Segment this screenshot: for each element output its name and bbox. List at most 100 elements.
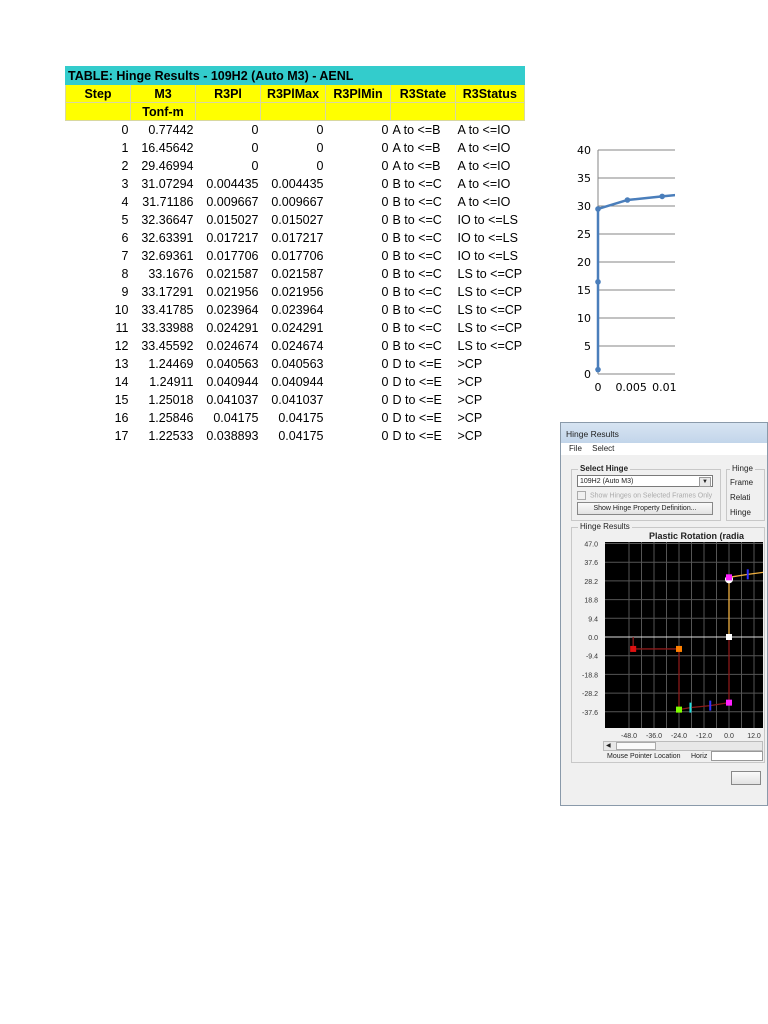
data-point: [738, 185, 744, 191]
y-tick-label: 40: [577, 144, 591, 157]
scroll-left-icon[interactable]: ◀: [606, 742, 611, 749]
y-tick-label: 20: [577, 256, 591, 269]
unit-cell: [325, 102, 391, 121]
x-tick-label: 0.01: [652, 381, 677, 394]
table-cell: A to <=IO: [457, 176, 511, 191]
data-point: [741, 185, 747, 191]
column-header: Step: [65, 84, 131, 103]
horiz-field[interactable]: [711, 751, 763, 761]
y-tick-label: 30: [577, 200, 591, 213]
y-tick-label: -37.6: [582, 710, 598, 717]
table-cell: 0.015027: [271, 212, 324, 227]
table-cell: 0: [381, 320, 389, 335]
table-cell: 0: [381, 176, 389, 191]
table-cell: 12: [114, 338, 129, 353]
table-cell: 0.04175: [278, 410, 324, 425]
table-cell: 0: [381, 158, 389, 173]
table-cell: LS to <=CP: [457, 320, 523, 335]
table-cell: B to <=C: [392, 320, 442, 335]
table-cell: >CP: [457, 428, 483, 443]
table-cell: A to <=IO: [457, 194, 511, 209]
y-tick-label: 10: [577, 312, 591, 325]
table-cell: 0.04175: [213, 410, 259, 425]
table-cell: 0.017217: [271, 230, 324, 245]
table-cell: 9: [121, 284, 129, 299]
table-cell: 0.024291: [206, 320, 259, 335]
table-cell: D to <=E: [392, 374, 442, 389]
table-cell: B to <=C: [392, 284, 442, 299]
table-cell: 0: [381, 284, 389, 299]
table-cell: 32.63391: [141, 230, 194, 245]
table-row: 11 33.33988 0.024291 0.024291 0 B to <=C LS to…: [66, 319, 525, 337]
performance-level-marker: [746, 569, 749, 580]
scrollbar-thumb[interactable]: [616, 742, 656, 750]
table-cell: B to <=C: [392, 230, 442, 245]
dialog-button[interactable]: [731, 771, 761, 785]
table-row: 17 1.22533 0.038893 0.04175 0 D to <=E >CP: [66, 427, 525, 445]
x-tick-label: -36.0: [646, 733, 662, 740]
table-cell: B to <=C: [392, 248, 442, 263]
table-cell: 1.24469: [148, 356, 194, 371]
table-cell: A to <=B: [392, 140, 441, 155]
data-point: [709, 188, 715, 194]
table-cell: 16: [114, 410, 129, 425]
moment-rotation-chart: 0 5 10 15 20 25 30 35 40 0 0.005 0.01: [577, 144, 765, 394]
table-row: 6 32.63391 0.017217 0.017217 0 B to <=C IO to …: [66, 229, 525, 247]
x-tick-label: -12.0: [696, 733, 712, 740]
table-cell: 8: [121, 266, 129, 281]
table-cell: 33.33988: [141, 320, 194, 335]
table-cell: 0.024674: [206, 338, 259, 353]
table-row: 10 33.41785 0.023964 0.023964 0 B to <=C LS to…: [66, 301, 525, 319]
hinge-results-dialog: Hinge Results File Select Select Hinge 1…: [560, 422, 768, 806]
data-point: [624, 197, 631, 203]
table-cell: 0.009667: [271, 194, 324, 209]
table-cell: 0.040563: [271, 356, 324, 371]
table-cell: >CP: [457, 392, 483, 407]
table-cell: 17: [114, 428, 129, 443]
hinge-state-marker: [726, 634, 732, 640]
table-cell: 0.023964: [271, 302, 324, 317]
table-cell: 0: [251, 122, 259, 137]
table-cell: B to <=C: [392, 176, 442, 191]
y-tick-label: 25: [577, 228, 591, 241]
hinge-state-marker: [676, 706, 682, 713]
y-tick-label: -18.8: [582, 672, 598, 679]
table-cell: 0.040563: [206, 356, 259, 371]
x-tick-label: 0.0: [724, 733, 734, 740]
horizontal-scrollbar[interactable]: ◀: [603, 741, 763, 751]
table-row: 9 33.17291 0.021956 0.021956 0 B to <=C LS to …: [66, 283, 525, 301]
x-tick-label: 0.005: [615, 381, 647, 394]
y-tick-label: 15: [577, 284, 591, 297]
table-cell: 4: [121, 194, 129, 209]
table-row: 0 0.77442 0 0 0 A to <=B A to <=IO: [66, 121, 525, 139]
table-cell: 1.24911: [149, 374, 194, 389]
table-cell: 0: [316, 158, 324, 173]
hinge-state-marker: [726, 574, 732, 581]
table-cell: B to <=C: [392, 194, 442, 209]
table-row: 5 32.36647 0.015027 0.015027 0 B to <=C IO to …: [66, 211, 525, 229]
table-cell: 0: [381, 122, 389, 137]
table-cell: 0.041037: [271, 392, 324, 407]
table-cell: 0: [381, 356, 389, 371]
data-point: [759, 184, 765, 190]
y-tick-label: -9.4: [586, 654, 598, 661]
table-cell: IO to <=LS: [457, 230, 518, 245]
hinge-state-marker: [726, 699, 732, 706]
table-cell: D to <=E: [392, 356, 442, 371]
data-point: [659, 193, 665, 200]
table-cell: 5: [121, 212, 129, 227]
table-cell: 0.04175: [278, 428, 324, 443]
hinge-results-plot: 47.0 37.6 28.2 18.8 9.4 0.0 -9.4 -18.8 -28.2 -37.…: [582, 542, 763, 740]
table-cell: B to <=C: [392, 212, 442, 227]
table-cell: 13: [114, 356, 129, 371]
table-cell: 14: [114, 374, 129, 389]
table-cell: 0.017706: [206, 248, 259, 263]
table-cell: 0: [381, 392, 389, 407]
table-cell: 0.004435: [271, 176, 324, 191]
table-cell: 0: [381, 410, 389, 425]
table-cell: D to <=E: [392, 428, 442, 443]
table-row: 14 1.24911 0.040944 0.040944 0 D to <=E >CP: [66, 373, 525, 391]
column-header: M3: [130, 84, 196, 103]
mouse-pointer-label: Mouse Pointer Location: [607, 753, 681, 760]
column-header: R3Pl: [195, 84, 261, 103]
